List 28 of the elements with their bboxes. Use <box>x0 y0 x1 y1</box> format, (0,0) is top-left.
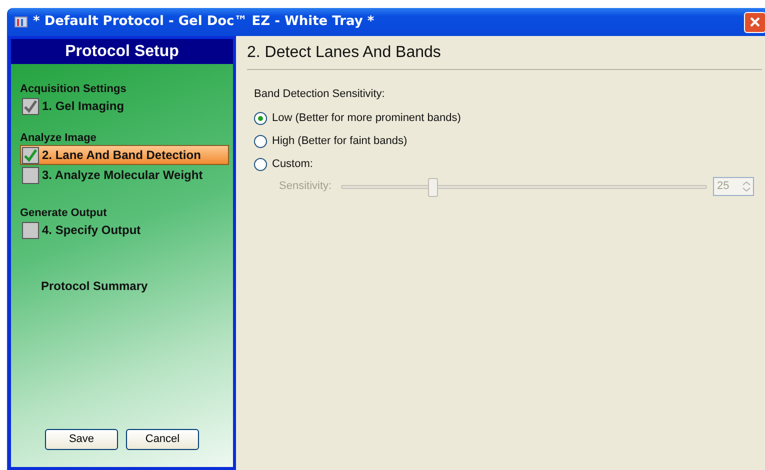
step-checkbox[interactable] <box>22 166 39 184</box>
group-label: Band Detection Sensitivity: <box>254 87 386 102</box>
close-icon[interactable] <box>749 16 761 28</box>
radio-option[interactable]: Low (Better for more prominent bands) <box>254 106 764 130</box>
step-item[interactable]: 4. Specify Output <box>20 220 229 240</box>
page-title: 2. Detect Lanes And Bands <box>247 36 762 70</box>
step-item[interactable]: 2. Lane And Band Detection <box>20 145 229 165</box>
step-checkbox[interactable] <box>22 146 39 164</box>
close-button[interactable] <box>744 12 765 32</box>
step-checkbox[interactable] <box>22 98 39 114</box>
dialog-button[interactable]: Save <box>45 429 118 450</box>
radio-option[interactable]: High (Better for faint bands) <box>254 130 764 152</box>
dialog-button[interactable]: Cancel <box>126 429 199 450</box>
protocol-summary[interactable]: Protocol Summary <box>41 277 229 295</box>
step-checkbox[interactable] <box>22 222 39 238</box>
radio-option[interactable]: Custom: <box>254 152 764 176</box>
section-heading: Analyze Image <box>20 131 98 145</box>
radio-button[interactable] <box>254 134 267 148</box>
slider-label: Sensitivity: <box>279 179 333 194</box>
sidebar-title: Protocol Setup <box>11 39 233 64</box>
radio-button[interactable] <box>254 112 267 124</box>
section-heading: Acquisition Settings <box>20 82 128 96</box>
window-title: * Default Protocol - Gel Doc™ EZ - White Tray * <box>33 13 374 32</box>
section-heading: Generate Output <box>20 206 108 220</box>
radio-button[interactable] <box>254 158 267 170</box>
step-item[interactable]: 3. Analyze Molecular Weight <box>20 165 229 185</box>
step-item[interactable]: 1. Gel Imaging <box>20 96 229 116</box>
app-icon <box>14 15 28 29</box>
